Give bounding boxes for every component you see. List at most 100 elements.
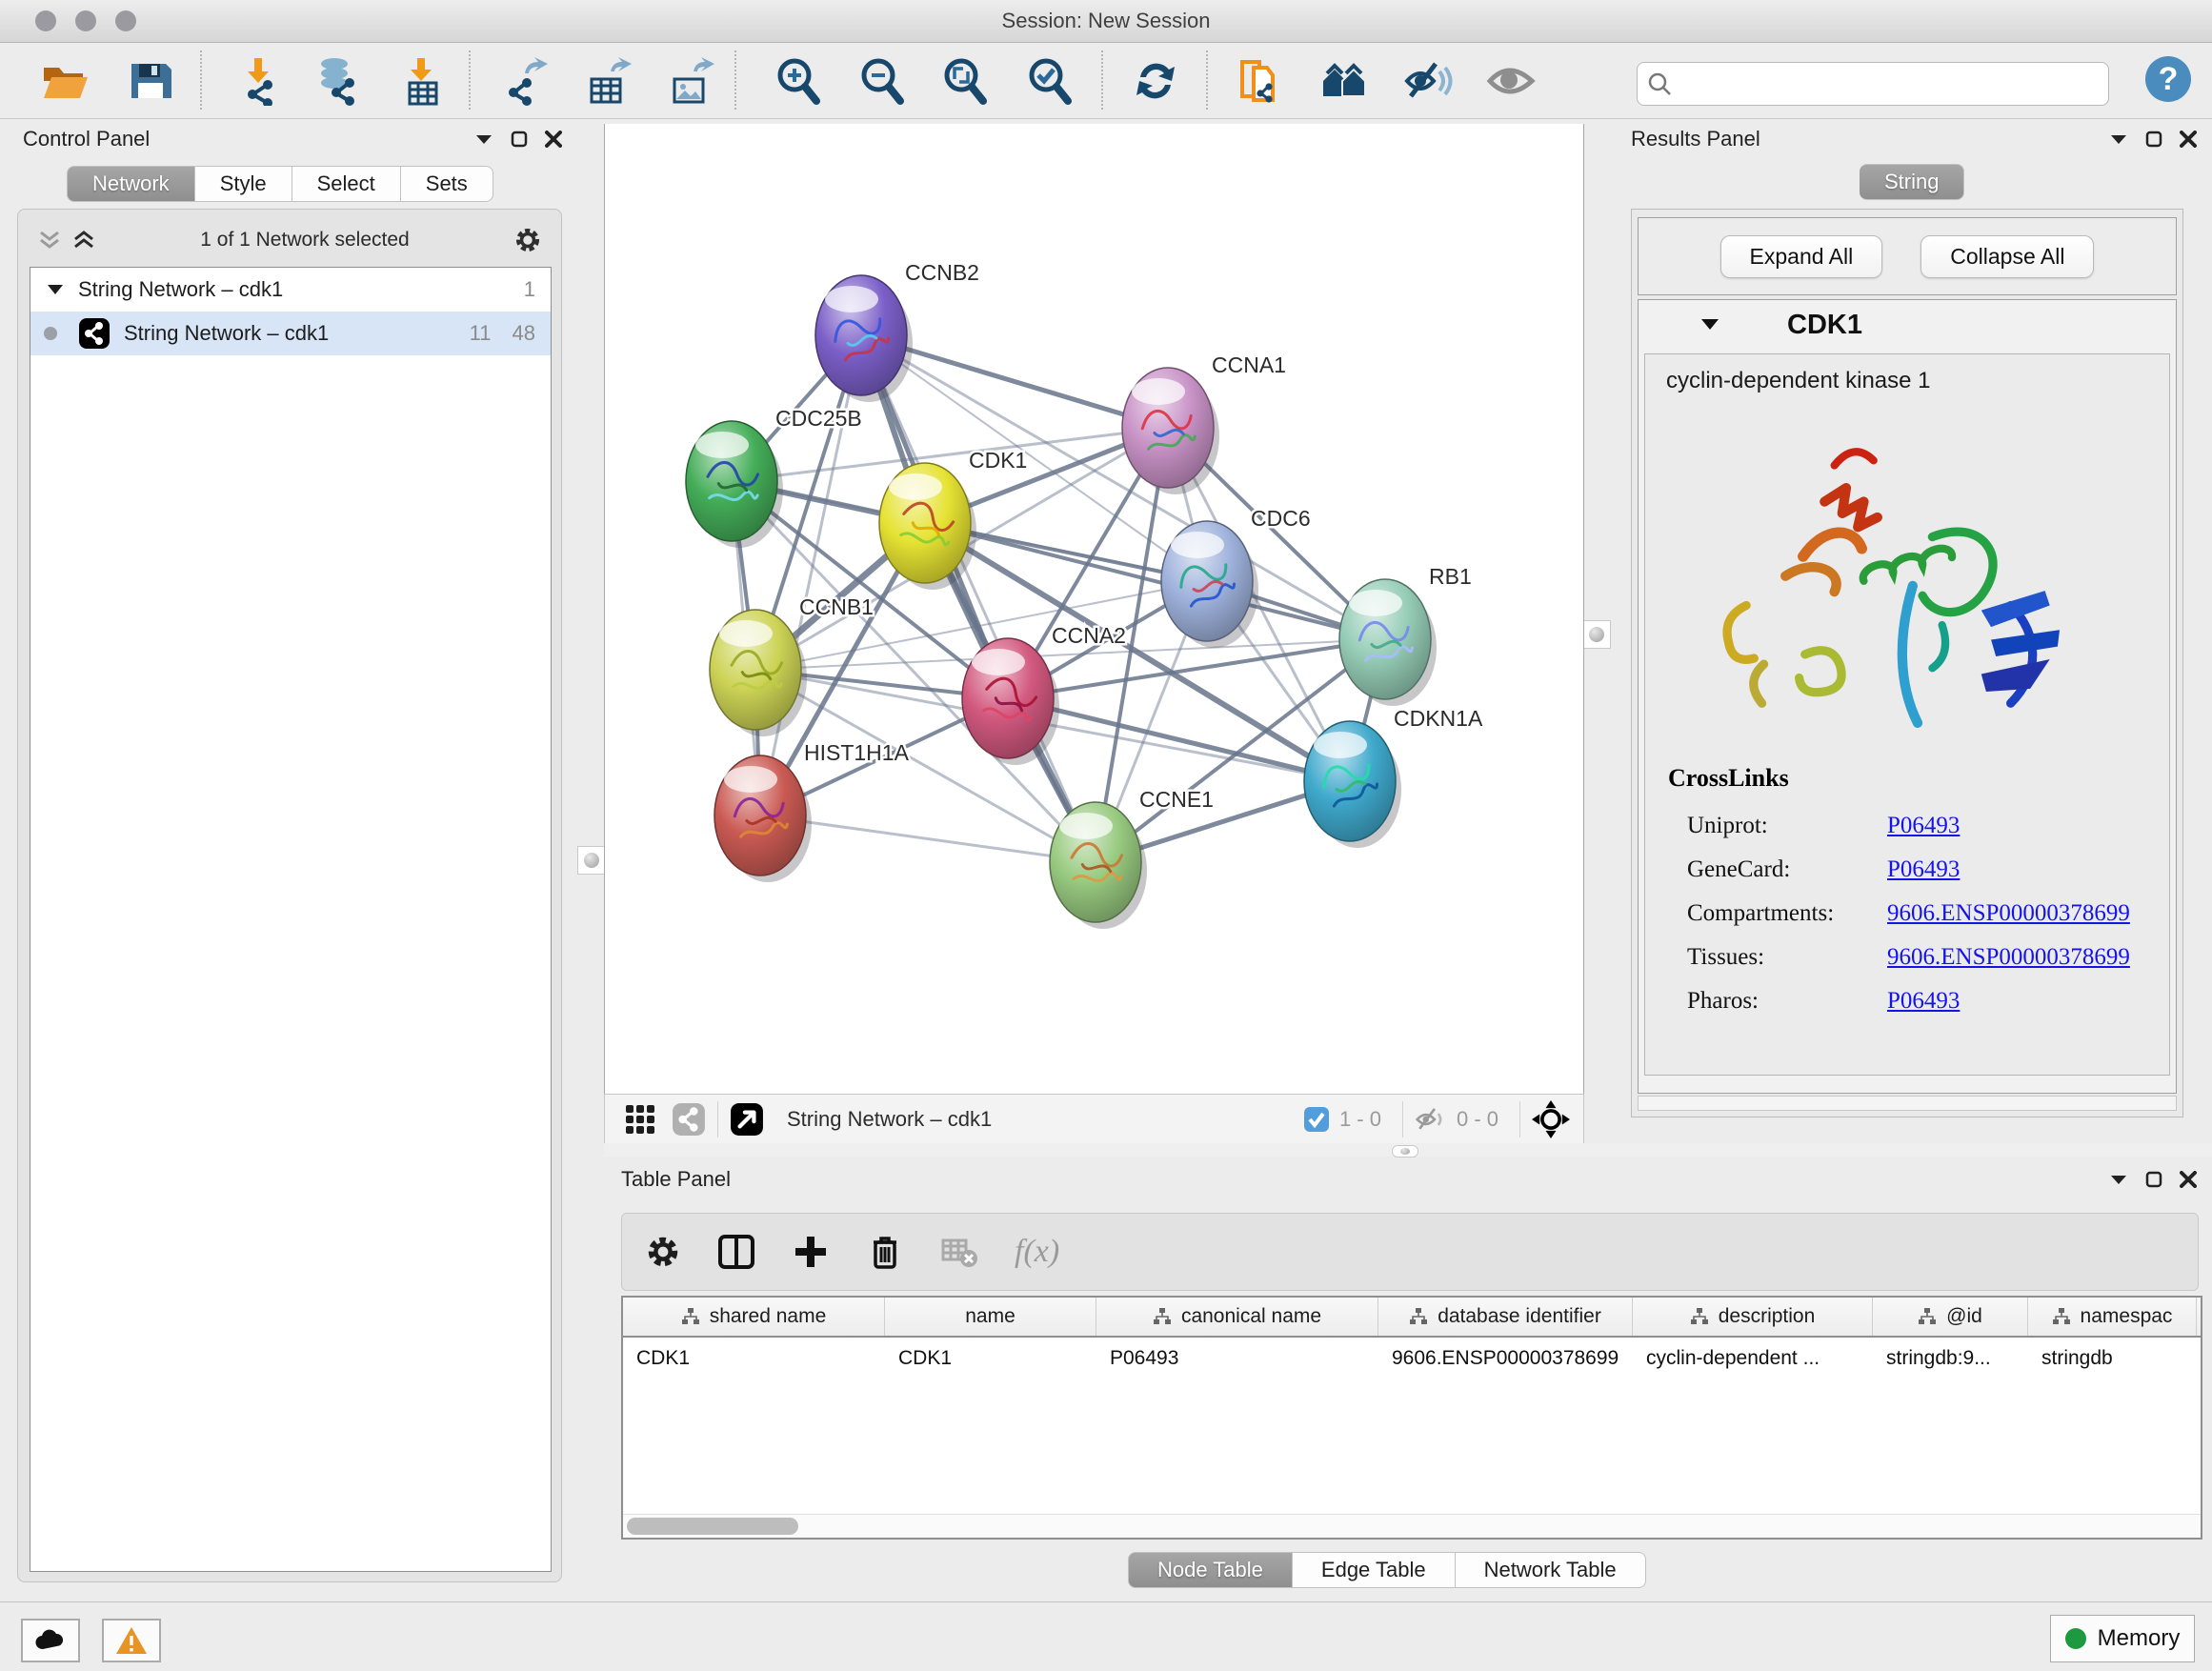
network-view-canvas[interactable]: CCNB2CCNA1CDC25BCDK1CDC6RB1CCNB1CCNA2CDK… bbox=[604, 124, 1584, 1095]
table-settings-gear-icon[interactable] bbox=[645, 1234, 681, 1270]
gear-icon[interactable] bbox=[513, 226, 542, 254]
protein-node-CCNA1[interactable]: CCNA1 bbox=[1122, 352, 1286, 494]
delete-column-icon[interactable] bbox=[866, 1233, 904, 1271]
panel-float-icon[interactable] bbox=[2109, 132, 2128, 146]
protein-node-RB1[interactable]: RB1 bbox=[1339, 564, 1472, 706]
protein-node-CCNE1[interactable]: CCNE1 bbox=[1050, 787, 1214, 929]
tree-caret-icon[interactable] bbox=[46, 283, 65, 296]
column-header-database-identifier[interactable]: database identifier bbox=[1378, 1298, 1633, 1336]
hide-selected-icon[interactable] bbox=[1403, 56, 1453, 106]
column-header--id[interactable]: @id bbox=[1873, 1298, 2028, 1336]
detach-view-icon[interactable] bbox=[730, 1102, 764, 1137]
center-view-crosshair-icon[interactable] bbox=[1532, 1100, 1570, 1138]
gene-caret-icon[interactable] bbox=[1699, 317, 1720, 332]
crosslink-row: Tissues:9606.ENSP00000378699 bbox=[1687, 936, 2154, 979]
crosslink-link[interactable]: P06493 bbox=[1887, 813, 1960, 839]
results-scrollbar[interactable] bbox=[1638, 1096, 2177, 1111]
expand-all-button[interactable]: Expand All bbox=[1720, 235, 1883, 278]
bottom-splitter-grip[interactable] bbox=[1392, 1145, 1418, 1158]
table-tab-network-table[interactable]: Network Table bbox=[1456, 1552, 1646, 1588]
panel-maximize-icon[interactable] bbox=[2145, 1171, 2162, 1188]
column-header-canonical-name[interactable]: canonical name bbox=[1096, 1298, 1378, 1336]
first-neighbors-icon[interactable] bbox=[1319, 56, 1369, 106]
function-builder-icon[interactable]: f(x) bbox=[1015, 1234, 1059, 1270]
warning-status-button[interactable] bbox=[102, 1619, 161, 1662]
collapse-all-icon[interactable] bbox=[37, 229, 62, 252]
import-network-database-icon[interactable] bbox=[313, 56, 363, 106]
open-session-icon[interactable] bbox=[40, 56, 90, 106]
zoom-selected-icon[interactable] bbox=[1025, 56, 1075, 106]
add-column-icon[interactable] bbox=[792, 1233, 830, 1271]
crosslink-link[interactable]: 9606.ENSP00000378699 bbox=[1887, 944, 2130, 971]
column-header-name[interactable]: name bbox=[885, 1298, 1096, 1336]
collection-count: 1 bbox=[524, 277, 535, 302]
table-tab-edge-table[interactable]: Edge Table bbox=[1293, 1552, 1456, 1588]
results-panel-title: Results Panel bbox=[1631, 127, 1760, 151]
import-table-file-icon[interactable] bbox=[398, 56, 448, 106]
protein-node-CDC6[interactable]: CDC6 bbox=[1161, 506, 1311, 648]
hidden-eye-icon[interactable] bbox=[1415, 1105, 1447, 1134]
panel-maximize-icon[interactable] bbox=[511, 131, 528, 148]
panel-close-icon[interactable] bbox=[545, 131, 562, 148]
crosslink-row: Pharos:P06493 bbox=[1687, 979, 2154, 1023]
column-header-namespac[interactable]: namespac bbox=[2028, 1298, 2197, 1336]
export-table-icon[interactable] bbox=[582, 56, 632, 106]
zoom-in-icon[interactable] bbox=[774, 56, 823, 106]
import-network-file-icon[interactable] bbox=[233, 56, 283, 106]
protein-structure-image bbox=[1683, 412, 2083, 764]
save-session-icon[interactable] bbox=[126, 56, 175, 106]
birds-eye-grid-icon[interactable] bbox=[624, 1103, 656, 1136]
selected-count: 1 - 0 bbox=[1339, 1107, 1381, 1132]
zoom-fit-icon[interactable] bbox=[940, 56, 990, 106]
table-tab-node-table[interactable]: Node Table bbox=[1128, 1552, 1293, 1588]
edge-CDK1-RB1[interactable] bbox=[925, 523, 1385, 639]
export-network-icon[interactable] bbox=[498, 56, 548, 106]
control-panel-tab-network[interactable]: Network bbox=[67, 166, 195, 202]
control-panel-tab-select[interactable]: Select bbox=[292, 166, 401, 202]
cloud-status-button[interactable] bbox=[21, 1619, 80, 1662]
results-tab-string[interactable]: String bbox=[1860, 164, 1964, 200]
table-horizontal-scrollbar[interactable] bbox=[623, 1514, 2201, 1538]
refresh-icon[interactable] bbox=[1131, 56, 1180, 106]
memory-button[interactable]: Memory bbox=[2050, 1615, 2195, 1662]
panel-float-icon[interactable] bbox=[474, 132, 493, 146]
expand-all-icon[interactable] bbox=[71, 229, 96, 252]
edge-CCNB2-CCNE1[interactable] bbox=[861, 335, 1096, 862]
zoom-out-icon[interactable] bbox=[857, 56, 907, 106]
column-header-description[interactable]: description bbox=[1633, 1298, 1873, 1336]
export-image-icon[interactable] bbox=[665, 56, 714, 106]
table-row[interactable]: CDK1CDK1P064939606.ENSP00000378699cyclin… bbox=[623, 1338, 2201, 1385]
control-panel-tab-style[interactable]: Style bbox=[195, 166, 292, 202]
panel-maximize-icon[interactable] bbox=[2145, 131, 2162, 148]
crosslink-link[interactable]: P06493 bbox=[1887, 856, 1960, 883]
network-tree-root-row[interactable]: String Network – cdk1 1 bbox=[30, 268, 551, 312]
column-header-shared-name[interactable]: shared name bbox=[623, 1298, 885, 1336]
scrollbar-thumb[interactable] bbox=[627, 1518, 798, 1535]
help-icon[interactable]: ? bbox=[2143, 54, 2193, 104]
crosslink-link[interactable]: 9606.ENSP00000378699 bbox=[1887, 900, 2130, 927]
memory-label: Memory bbox=[2098, 1625, 2181, 1652]
selected-checkbox-icon[interactable] bbox=[1303, 1106, 1330, 1133]
network-overview-icon[interactable] bbox=[672, 1102, 706, 1137]
protein-node-CDKN1A[interactable]: CDKN1A bbox=[1304, 706, 1483, 848]
duplicate-network-icon[interactable] bbox=[1235, 56, 1284, 106]
protein-node-HIST1H1A[interactable]: HIST1H1A bbox=[714, 740, 910, 882]
collapse-all-button[interactable]: Collapse All bbox=[1920, 235, 2094, 278]
delete-table-icon[interactable] bbox=[940, 1233, 978, 1271]
crosslink-link[interactable]: P06493 bbox=[1887, 988, 1960, 1015]
panel-close-icon[interactable] bbox=[2180, 131, 2197, 148]
show-columns-icon[interactable] bbox=[717, 1233, 755, 1271]
network-tree-child-row[interactable]: String Network – cdk1 11 48 bbox=[30, 312, 551, 355]
panel-float-icon[interactable] bbox=[2109, 1173, 2128, 1186]
search-input[interactable] bbox=[1681, 67, 2095, 99]
search-icon bbox=[1647, 71, 1674, 98]
left-splitter-grip[interactable] bbox=[577, 846, 606, 875]
gene-symbol: CDK1 bbox=[1787, 310, 1862, 341]
right-splitter-grip[interactable] bbox=[1582, 620, 1611, 649]
control-panel-tab-sets[interactable]: Sets bbox=[401, 166, 493, 202]
show-all-icon[interactable] bbox=[1486, 56, 1536, 106]
node-label-CDC25B: CDC25B bbox=[775, 406, 862, 431]
panel-close-icon[interactable] bbox=[2180, 1171, 2197, 1188]
protein-node-CCNA2[interactable]: CCNA2 bbox=[962, 623, 1126, 765]
protein-node-CCNB2[interactable]: CCNB2 bbox=[815, 260, 979, 402]
